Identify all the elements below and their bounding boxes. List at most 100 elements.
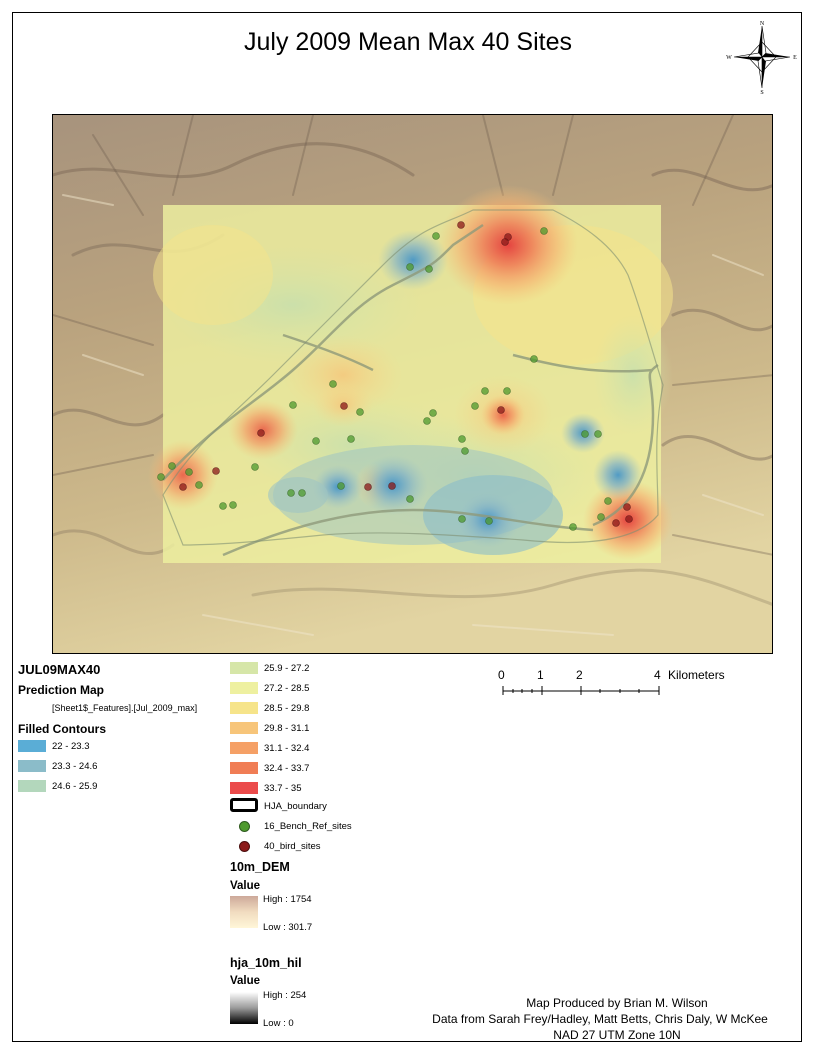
boundary-swatch	[230, 798, 258, 812]
bench-site-marker	[461, 447, 469, 455]
bird-site-marker	[623, 503, 631, 511]
legend-class-swatch	[230, 722, 258, 734]
bench-site-marker	[219, 502, 227, 510]
bird-site-marker	[388, 482, 396, 490]
scale-bar	[502, 686, 660, 695]
bench-site-swatch	[239, 821, 250, 832]
hill-low: Low : 0	[263, 1018, 294, 1029]
scale-tick-0: 0	[498, 668, 505, 682]
map-view[interactable]	[52, 114, 773, 654]
west-label: W	[726, 55, 732, 61]
hill-high: High : 254	[263, 990, 307, 1001]
bench-site-marker	[356, 408, 364, 416]
legend-class-label: 33.7 - 35	[264, 783, 302, 794]
north-arrow-icon: N S E W	[726, 20, 798, 96]
bench-site-marker	[168, 462, 176, 470]
legend-class-label: 24.6 - 25.9	[52, 781, 98, 792]
bench-site-marker	[229, 501, 237, 509]
credit-projection: NAD 27 UTM Zone 10N	[553, 1028, 681, 1042]
legend-subtitle: Prediction Map	[18, 683, 105, 697]
legend-class-swatch	[230, 762, 258, 774]
bird-site-swatch	[239, 841, 250, 852]
bird-site-marker	[179, 483, 187, 491]
legend-class-swatch	[18, 780, 46, 792]
legend-class-swatch	[230, 782, 258, 794]
bench-site-marker	[581, 430, 589, 438]
dem-value-label: Value	[230, 880, 261, 892]
bench-site-marker	[485, 517, 493, 525]
scale-units: Kilometers	[668, 668, 725, 682]
bird-site-marker	[457, 221, 465, 229]
bench-site-marker	[406, 495, 414, 503]
credit-data: Data from Sarah Frey/Hadley, Matt Betts,…	[432, 1012, 768, 1026]
bench-site-marker	[425, 265, 433, 273]
bench-site-marker	[597, 513, 605, 521]
legend-field: [Sheet1$_Features].[Jul_2009_max]	[52, 703, 198, 713]
legend-class-label: 32.4 - 33.7	[264, 763, 310, 774]
legend-class-swatch	[18, 760, 46, 772]
bench-site-marker	[458, 435, 466, 443]
bench-site-marker	[289, 401, 297, 409]
bench-site-marker	[337, 482, 345, 490]
bench-site-marker	[604, 497, 612, 505]
hill-value-label: Value	[230, 975, 261, 987]
bench-site-marker	[540, 227, 548, 235]
bench-site-marker	[406, 263, 414, 271]
bench-site-marker	[347, 435, 355, 443]
bench-site-marker	[471, 402, 479, 410]
bench-site-marker	[481, 387, 489, 395]
bench-site-marker	[530, 355, 538, 363]
bird-site-marker	[501, 238, 509, 246]
bench-site-marker	[185, 468, 193, 476]
legend-class-label: 28.5 - 29.8	[264, 703, 310, 714]
bird-site-marker	[364, 483, 372, 491]
bench-site-marker	[298, 489, 306, 497]
legend-class-label: 29.8 - 31.1	[264, 723, 310, 734]
bench-site-marker	[251, 463, 259, 471]
legend-class-label: 23.3 - 24.6	[52, 761, 98, 772]
bench-site-marker	[429, 409, 437, 417]
legend-class-swatch	[230, 742, 258, 754]
map-title: July 2009 Mean Max 40 Sites	[244, 28, 572, 56]
bench-site-marker	[157, 473, 165, 481]
legend-class-swatch	[230, 662, 258, 674]
bench-site-marker	[423, 417, 431, 425]
dem-ramp	[230, 896, 258, 928]
north-label: N	[760, 21, 765, 27]
bird-site-marker	[257, 429, 265, 437]
bench-site-marker	[458, 515, 466, 523]
scale-tick-1: 1	[537, 668, 544, 682]
bench-site-marker	[594, 430, 602, 438]
hill-layer-name: hja_10m_hil	[230, 956, 302, 970]
south-label: S	[760, 90, 763, 94]
hill-ramp	[230, 992, 258, 1024]
bench-site-marker	[503, 387, 511, 395]
bench-site-marker	[312, 437, 320, 445]
bird-site-label: 40_bird_sites	[264, 841, 321, 852]
credit-author: Map Produced by Brian M. Wilson	[526, 996, 708, 1010]
bench-site-label: 16_Bench_Ref_sites	[264, 821, 352, 832]
bench-site-marker	[569, 523, 577, 531]
scale-tick-4: 4	[654, 668, 661, 682]
bench-site-marker	[195, 481, 203, 489]
scale-tick-2: 2	[576, 668, 583, 682]
legend-class-swatch	[18, 740, 46, 752]
legend-contours-header: Filled Contours	[18, 722, 106, 736]
bird-site-marker	[625, 515, 633, 523]
bench-site-marker	[287, 489, 295, 497]
bird-site-marker	[497, 406, 505, 414]
bench-site-marker	[329, 380, 337, 388]
legend-class-swatch	[230, 702, 258, 714]
bench-site-marker	[432, 232, 440, 240]
legend-class-label: 22 - 23.3	[52, 741, 90, 752]
legend-class-swatch	[230, 682, 258, 694]
bird-site-marker	[212, 467, 220, 475]
legend-class-label: 31.1 - 32.4	[264, 743, 310, 754]
boundary-label: HJA_boundary	[264, 801, 327, 812]
legend-class-label: 27.2 - 28.5	[264, 683, 310, 694]
dem-low: Low : 301.7	[263, 922, 313, 933]
dem-high: High : 1754	[263, 894, 312, 905]
dem-layer-name: 10m_DEM	[230, 860, 290, 874]
legend-layer-name: JUL09MAX40	[18, 662, 101, 677]
legend-class-label: 25.9 - 27.2	[264, 663, 310, 674]
